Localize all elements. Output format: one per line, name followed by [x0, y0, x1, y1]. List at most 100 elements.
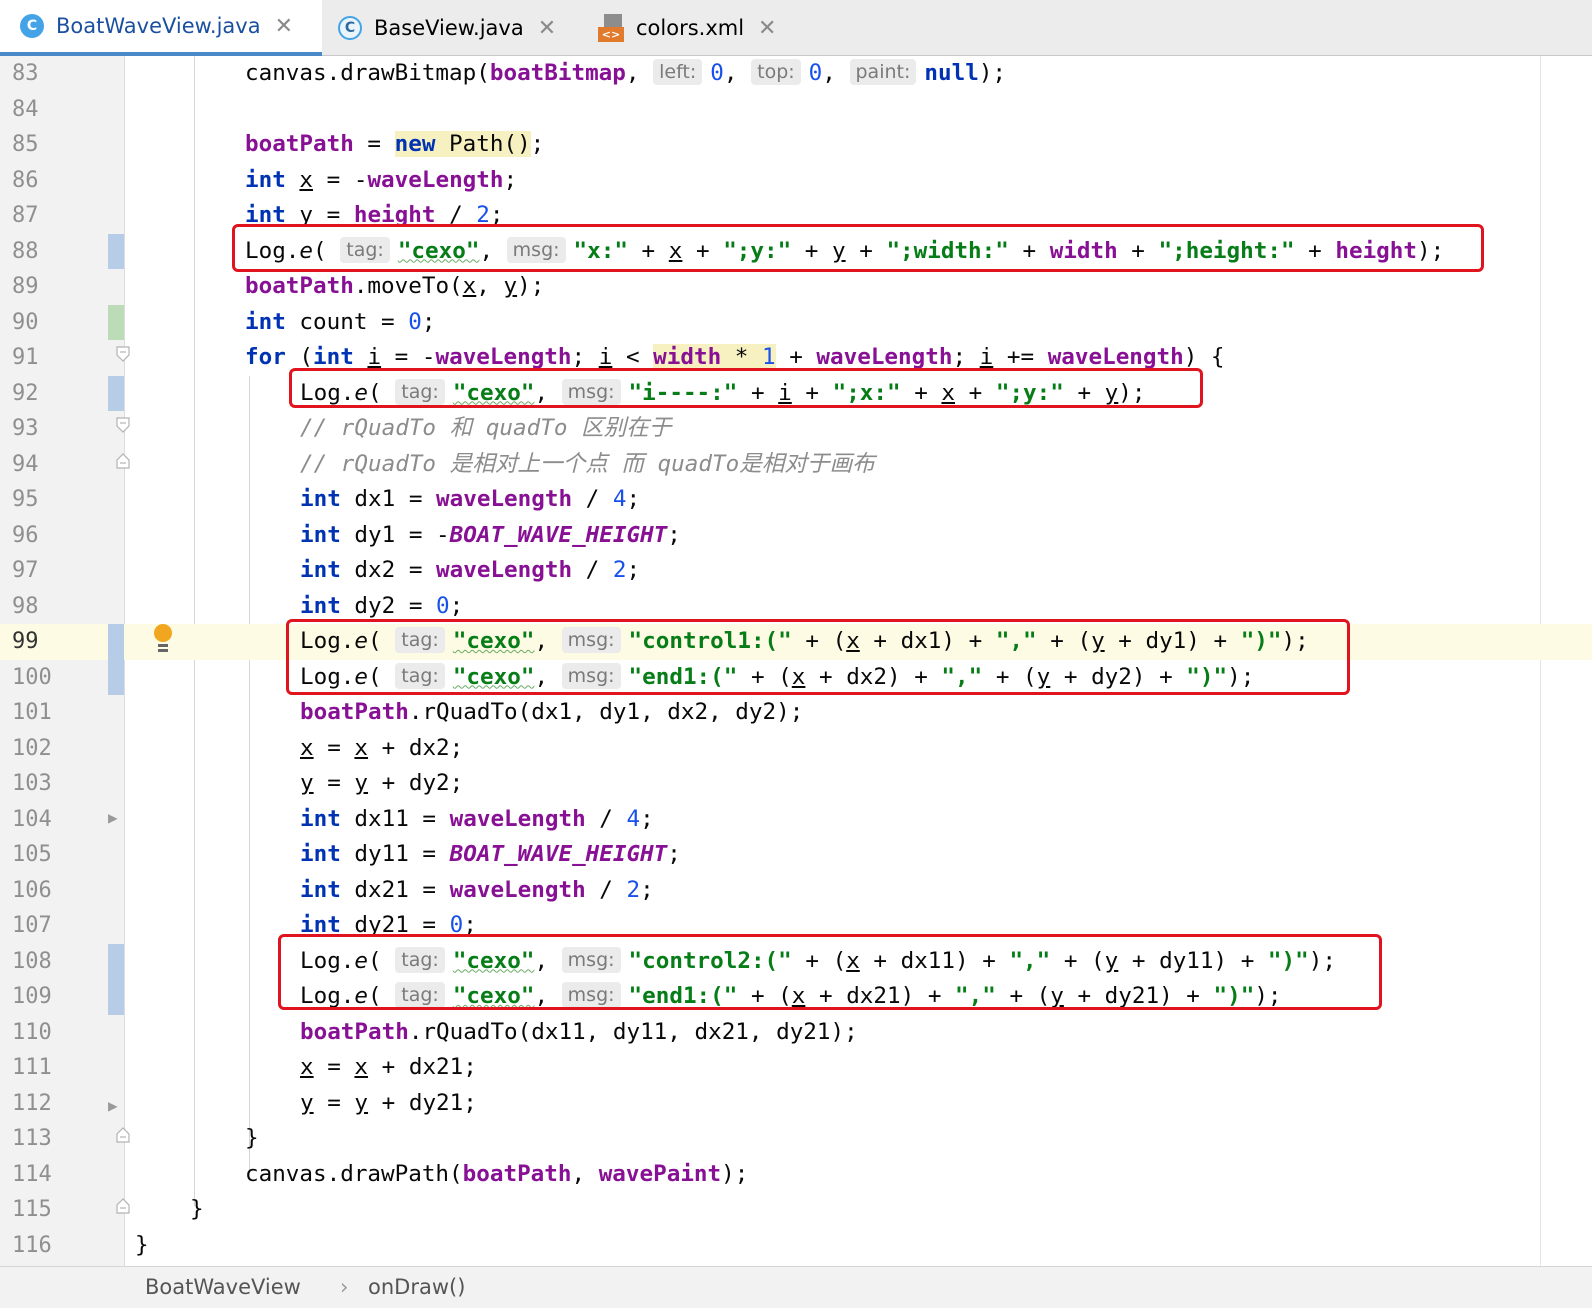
fold-start-icon[interactable] — [116, 417, 130, 433]
vcs-modified-marker[interactable] — [108, 624, 124, 660]
highlight-box — [232, 224, 1484, 272]
code-line[interactable]: 104 ▶ int dx11 = waveLength / 4; — [0, 802, 1592, 838]
code-line[interactable]: 101 boatPath.rQuadTo(dx1, dy1, dx2, dy2)… — [0, 695, 1592, 731]
code-line[interactable]: 114 canvas.drawPath(boatPath, wavePaint)… — [0, 1157, 1592, 1193]
line-number: 84 — [12, 96, 39, 122]
code-text: int dx11 = waveLength / 4; — [300, 805, 654, 832]
code-text: } — [245, 1125, 259, 1151]
tab-label: BaseView.java — [374, 16, 524, 40]
code-line[interactable]: 106 int dx21 = waveLength / 2; — [0, 873, 1592, 909]
highlight-box — [278, 934, 1382, 1010]
breadcrumb-bar: BoatWaveView › onDraw() — [0, 1266, 1592, 1308]
line-number: 106 — [12, 877, 52, 903]
line-number: 108 — [12, 948, 52, 974]
code-text: int x = -waveLength; — [245, 166, 518, 193]
run-gutter-arrow-icon[interactable]: ▶ — [108, 1096, 118, 1115]
tab-colors-xml[interactable]: <> colors.xml ✕ — [584, 0, 804, 56]
line-number: 90 — [12, 309, 39, 335]
java-class-icon: C — [20, 14, 44, 38]
code-comment: // rQuadTo 是相对上一个点 而 quadTo是相对于画布 — [300, 450, 875, 477]
code-editor[interactable]: 83 canvas.drawBitmap(boatBitmap, left: 0,… — [0, 56, 1592, 1266]
code-text: boatPath = new Path(); — [245, 131, 545, 157]
close-icon[interactable]: ✕ — [758, 16, 776, 41]
breadcrumb-class[interactable]: BoatWaveView — [145, 1275, 301, 1299]
code-text: canvas.drawBitmap(boatBitmap, left: 0, to… — [245, 59, 1007, 86]
close-icon[interactable]: ✕ — [275, 14, 293, 39]
lightbulb-icon[interactable] — [152, 624, 174, 658]
code-line[interactable]: 83 canvas.drawBitmap(boatBitmap, left: 0,… — [0, 56, 1592, 92]
code-text: y = y + dy2; — [300, 770, 464, 796]
code-text: boatPath.rQuadTo(dx1, dy1, dx2, dy2); — [300, 699, 804, 725]
fold-end-icon[interactable] — [116, 1127, 130, 1143]
line-number: 97 — [12, 558, 39, 583]
tab-label: BoatWaveView.java — [56, 14, 261, 38]
code-line[interactable]: 103 y = y + dy2; — [0, 766, 1592, 802]
code-line[interactable]: 102 x = x + dx2; — [0, 731, 1592, 767]
code-line[interactable]: 95 int dx1 = waveLength / 4; — [0, 482, 1592, 518]
code-line[interactable]: 110 boatPath.rQuadTo(dx11, dy11, dx21, d… — [0, 1015, 1592, 1051]
line-number: 100 — [12, 664, 52, 690]
code-text: int count = 0; — [245, 308, 436, 335]
line-number: 111 — [12, 1055, 52, 1080]
code-line[interactable]: 85 boatPath = new Path(); — [0, 127, 1592, 163]
line-number: 95 — [12, 487, 39, 512]
fold-start-icon[interactable] — [116, 346, 130, 362]
line-number: 105 — [12, 842, 52, 867]
code-line[interactable]: 84 — [0, 92, 1592, 128]
line-number: 96 — [12, 522, 39, 548]
line-number: 115 — [12, 1197, 52, 1222]
vcs-modified-marker[interactable] — [108, 659, 124, 695]
code-line[interactable]: 111 x = x + dx21; — [0, 1050, 1592, 1086]
breadcrumb-method[interactable]: onDraw() — [368, 1275, 465, 1299]
code-line[interactable]: 90 int count = 0; — [0, 304, 1592, 340]
tab-label: colors.xml — [636, 16, 745, 40]
line-number: 86 — [12, 167, 39, 193]
param-hint: top: — [751, 59, 801, 85]
code-text: y = y + dy21; — [300, 1089, 477, 1116]
code-text: boatPath.rQuadTo(dx11, dy11, dx21, dy21)… — [300, 1018, 858, 1045]
code-line[interactable]: 93 // rQuadTo 和 quadTo 区别在于 — [0, 411, 1592, 447]
line-number: 83 — [12, 61, 39, 86]
code-line[interactable]: 96 int dy1 = -BOAT_WAVE_HEIGHT; — [0, 518, 1592, 554]
code-text: int dy11 = BOAT_WAVE_HEIGHT; — [300, 841, 681, 867]
param-hint: paint: — [849, 59, 917, 85]
code-line[interactable]: 86 int x = -waveLength; — [0, 163, 1592, 199]
vcs-modified-marker[interactable] — [108, 979, 124, 1015]
tab-baseview[interactable]: C BaseView.java ✕ — [322, 0, 584, 56]
code-comment: // rQuadTo 和 quadTo 区别在于 — [300, 415, 672, 441]
code-line[interactable]: 94 // rQuadTo 是相对上一个点 而 quadTo是相对于画布 — [0, 447, 1592, 483]
breadcrumb-separator: › — [340, 1275, 349, 1299]
code-text: } — [190, 1196, 204, 1222]
code-line[interactable]: 112 ▶ y = y + dy21; — [0, 1086, 1592, 1122]
code-line[interactable]: 89 boatPath.moveTo(x, y); — [0, 269, 1592, 305]
vcs-modified-marker[interactable] — [108, 943, 124, 979]
code-line[interactable]: 113 } — [0, 1121, 1592, 1157]
code-line[interactable]: 105 int dy11 = BOAT_WAVE_HEIGHT; — [0, 837, 1592, 873]
fold-end-icon[interactable] — [116, 452, 130, 469]
line-number: 113 — [12, 1126, 52, 1151]
line-number: 102 — [12, 735, 52, 761]
code-text: int dx2 = waveLength / 2; — [300, 557, 641, 583]
run-gutter-arrow-icon[interactable]: ▶ — [108, 808, 118, 827]
code-text: boatPath.moveTo(x, y); — [245, 273, 545, 299]
vcs-modified-marker[interactable] — [108, 233, 124, 269]
tab-boatwaveview[interactable]: C BoatWaveView.java ✕ — [0, 0, 322, 56]
vcs-modified-marker[interactable] — [108, 375, 124, 411]
code-text: int dy1 = -BOAT_WAVE_HEIGHT; — [300, 521, 681, 548]
line-number: 98 — [12, 593, 39, 619]
highlight-box — [286, 619, 1350, 695]
vcs-added-marker[interactable] — [108, 304, 124, 340]
line-number: 101 — [12, 700, 52, 725]
line-number: 87 — [12, 203, 39, 228]
code-text: x = x + dx21; — [300, 1054, 477, 1080]
fold-end-icon[interactable] — [116, 1198, 130, 1214]
line-number: 103 — [12, 771, 52, 796]
code-line[interactable]: 97 int dx2 = waveLength / 2; — [0, 553, 1592, 589]
line-number: 114 — [12, 1161, 52, 1187]
line-number: 85 — [12, 132, 39, 157]
code-line[interactable]: 116 } — [0, 1228, 1592, 1264]
line-number: 116 — [12, 1232, 52, 1258]
close-icon[interactable]: ✕ — [538, 16, 556, 41]
highlight-box — [289, 368, 1203, 408]
code-line[interactable]: 115 } — [0, 1192, 1592, 1228]
